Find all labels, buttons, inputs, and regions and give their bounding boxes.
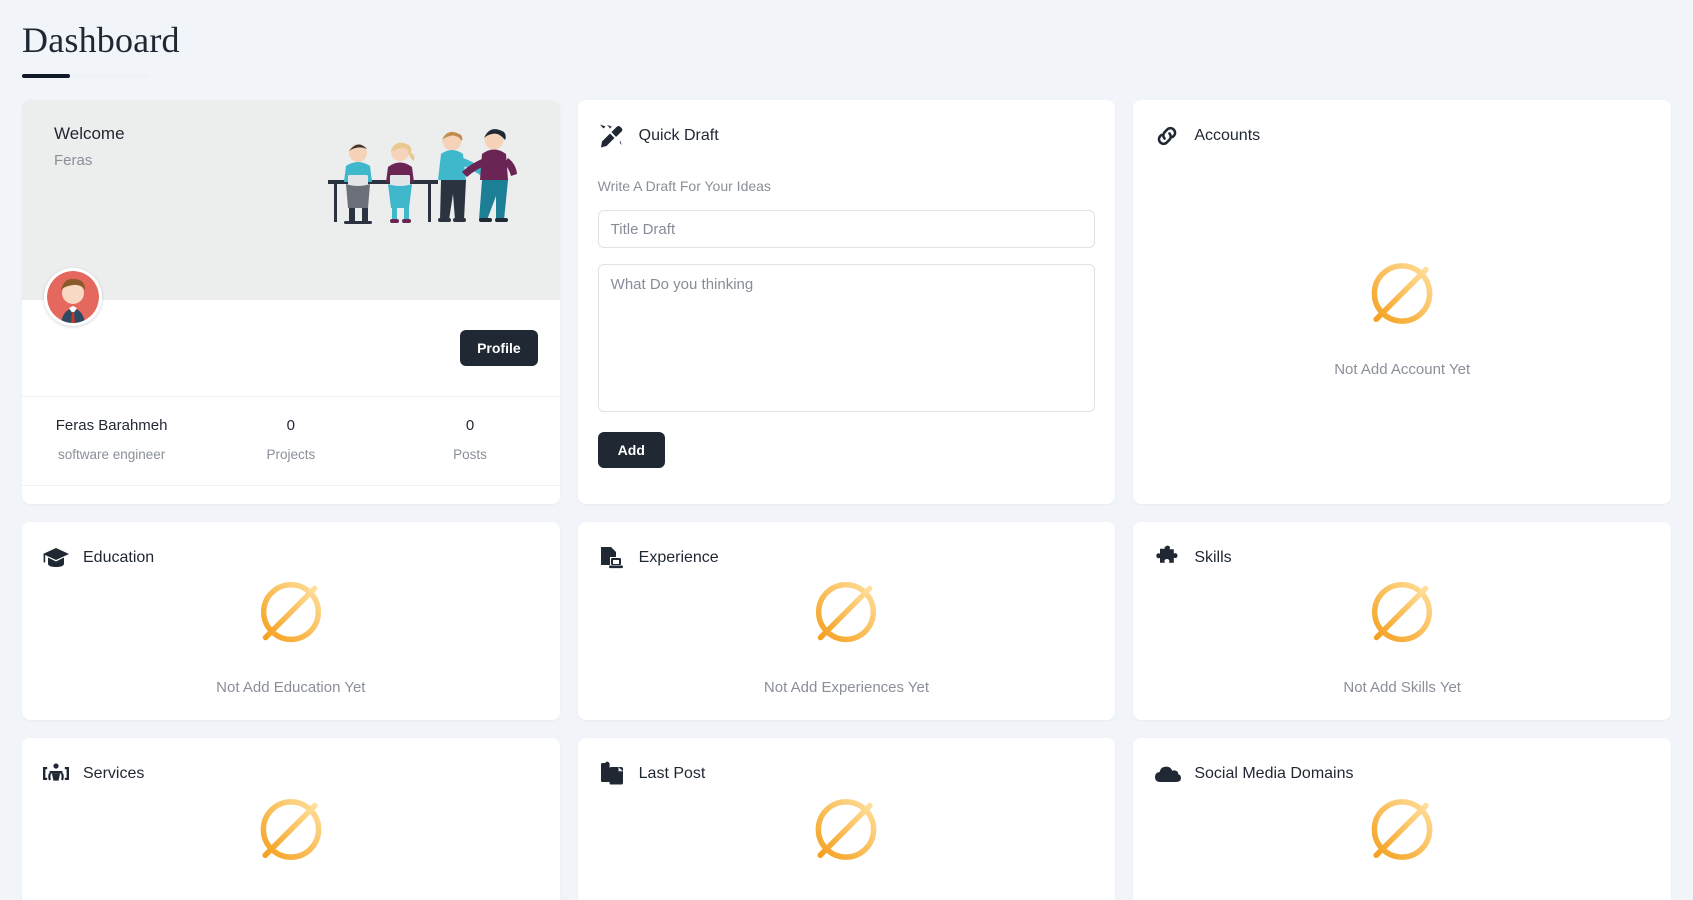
- empty-text: Not Add Account Yet: [1334, 360, 1471, 378]
- stat-value: 0: [286, 417, 295, 434]
- page-header: Dashboard: [0, 0, 1693, 78]
- empty-text: Not Add Education Yet: [216, 679, 366, 696]
- services-card: Services: [22, 738, 560, 900]
- stat-value: 0: [465, 417, 475, 434]
- empty-text: Not Add Experiences Yet: [763, 679, 930, 696]
- social-media-domains-header: Social Media Domains: [1153, 760, 1651, 788]
- card-title: Experience: [638, 549, 719, 566]
- empty-text: Not Add Skills Yet: [1343, 679, 1461, 696]
- no-data-icon: [816, 799, 877, 860]
- dashboard-grid: Welcome Feras Profile Feras Barahmeh sof…: [0, 78, 1693, 900]
- stat-label: Posts: [453, 447, 487, 462]
- cloud-icon: [1153, 760, 1182, 788]
- card-title: Skills: [1194, 549, 1232, 566]
- social-media-domains-empty-state: [1153, 788, 1651, 898]
- design-pencil-ruler-icon: [598, 122, 626, 150]
- card-title: Last Post: [638, 765, 706, 782]
- stat-label: Projects: [266, 447, 316, 462]
- welcome-stats: Feras Barahmeh software engineer 0 Proje…: [22, 396, 560, 486]
- education-empty-state: Not Add Education Yet: [42, 572, 540, 696]
- social-media-domains-card: Social Media Domains: [1133, 738, 1671, 900]
- services-empty-state: [42, 788, 540, 898]
- no-data-icon: [260, 799, 322, 860]
- skills-card: Skills Not Add Skills Yet: [1133, 522, 1671, 720]
- services-header: Services: [42, 760, 540, 788]
- graduation-cap-icon: [42, 544, 70, 572]
- no-data-icon: [1371, 262, 1433, 324]
- quick-draft-subtitle: Write A Draft For Your Ideas: [597, 178, 771, 194]
- accounts-empty-state: Not Add Account Yet: [1153, 150, 1651, 480]
- quick-draft-header: Quick Draft: [598, 122, 1096, 150]
- teamwork-illustration: [322, 122, 522, 237]
- education-card: Education Not Add Education Yet: [22, 522, 560, 720]
- helping-hands-icon: [42, 760, 70, 788]
- stat-projects: 0 Projects: [201, 415, 380, 465]
- title-underline: [22, 74, 150, 78]
- accounts-card: Accounts Not Add Account Yet: [1133, 100, 1671, 504]
- add-draft-button[interactable]: Add: [597, 432, 665, 468]
- no-data-icon: [260, 582, 321, 643]
- card-title: Education: [83, 549, 155, 566]
- experience-empty-state: Not Add Experiences Yet: [598, 572, 1096, 696]
- welcome-card: Welcome Feras Profile Feras Barahmeh sof…: [22, 100, 560, 504]
- experience-card: Experience Not Add Experiences Yet: [577, 522, 1116, 720]
- skills-empty-state: Not Add Skills Yet: [1153, 572, 1651, 696]
- last-post-empty-state: [598, 788, 1096, 898]
- last-post-header: Last Post: [598, 760, 1096, 788]
- draft-title-input[interactable]: [597, 210, 1096, 248]
- accounts-header: Accounts: [1153, 122, 1651, 150]
- no-data-icon: [1371, 799, 1433, 860]
- clipboard-copy-icon: [598, 760, 626, 788]
- card-title: Services: [83, 765, 145, 782]
- stat-value: Feras Barahmeh: [55, 417, 168, 434]
- stat-name: Feras Barahmeh software engineer: [22, 415, 201, 465]
- no-data-icon: [816, 582, 877, 643]
- puzzle-piece-icon: [1153, 544, 1181, 572]
- link-chain-icon: [1153, 122, 1181, 150]
- card-title: Quick Draft: [638, 127, 719, 144]
- education-header: Education: [42, 544, 540, 572]
- experience-header: Experience: [598, 544, 1096, 572]
- quick-draft-card: Quick Draft Write A Draft For Your Ideas…: [577, 100, 1116, 504]
- no-data-icon: [1372, 582, 1433, 643]
- stat-label: software engineer: [57, 447, 166, 462]
- page-title: Dashboard: [22, 20, 180, 60]
- profile-button[interactable]: Profile: [460, 330, 538, 366]
- skills-header: Skills: [1153, 544, 1651, 572]
- welcome-actions: Profile: [22, 300, 560, 396]
- welcome-banner: Welcome Feras: [22, 100, 560, 326]
- last-post-card: Last Post: [577, 738, 1116, 900]
- card-title: Accounts: [1194, 127, 1261, 144]
- stat-posts: 0 Posts: [380, 415, 559, 465]
- draft-body-textarea[interactable]: [597, 264, 1096, 412]
- file-laptop-icon: [598, 544, 626, 572]
- card-title: Social Media Domains: [1194, 765, 1354, 782]
